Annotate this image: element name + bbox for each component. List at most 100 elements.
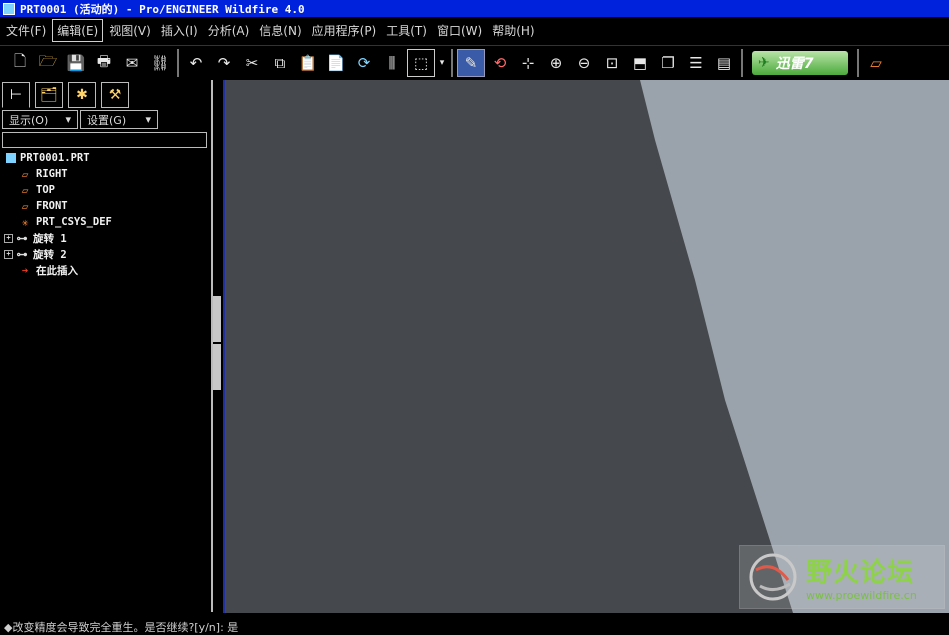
tree-item-label: RIGHT — [36, 168, 68, 180]
tree-search-field[interactable] — [2, 132, 207, 148]
navigator-panel: ⊢ 🗂 ✱ ⚒ 显示(O) ▾ 设置(G) ▾ PRT0001.PRT ▱ RI… — [0, 80, 211, 612]
status-message: ◆改变精度会导致完全重生。是否继续?[y/n]: 是 — [4, 621, 239, 634]
expand-icon[interactable]: + — [4, 249, 13, 259]
selection-box-icon[interactable]: ⬚ — [407, 49, 435, 77]
graphics-viewport[interactable]: 野火论坛 www.proewildfire.cn — [223, 80, 949, 613]
undo-icon[interactable]: ↶ — [183, 50, 209, 76]
new-file-icon[interactable]: 🗋 — [7, 50, 33, 76]
revolve-feature-icon: ⊶ — [16, 231, 28, 245]
paste-special-icon[interactable]: 📄 — [323, 50, 349, 76]
model-view-svg — [225, 80, 949, 613]
toolbar-separator — [741, 49, 743, 77]
refit-icon[interactable]: ⊡ — [599, 50, 625, 76]
xunlei-label: 迅雷7 — [775, 56, 814, 72]
regen-manager-icon[interactable]: ⫼ — [379, 50, 405, 76]
tree-options: 显示(O) ▾ 设置(G) ▾ — [2, 110, 160, 129]
menu-view[interactable]: 视图(V) — [105, 20, 155, 41]
menu-analysis[interactable]: 分析(A) — [204, 20, 254, 41]
tree-item-insert-here[interactable]: ➔ 在此插入 — [4, 262, 204, 278]
coordinate-system-icon: ✳ — [21, 215, 29, 229]
tree-item-top[interactable]: ▱ TOP — [4, 182, 204, 198]
menu-window[interactable]: 窗口(W) — [433, 20, 486, 41]
toolbar-separator — [857, 49, 859, 77]
orient-mode-icon[interactable]: ⟲ — [487, 50, 513, 76]
forum-name: 野火论坛 — [806, 558, 915, 588]
toolbar-separator — [177, 49, 179, 77]
menu-help[interactable]: 帮助(H) — [488, 20, 538, 41]
tree-item-label: 在此插入 — [36, 264, 78, 277]
menu-tools[interactable]: 工具(T) — [382, 20, 431, 41]
tree-item-revolve-1[interactable]: + ⊶ 旋转 1 — [4, 230, 204, 246]
tree-item-csys[interactable]: ✳ PRT_CSYS_DEF — [4, 214, 204, 230]
layers-icon[interactable]: ☰ — [683, 50, 709, 76]
menu-file[interactable]: 文件(F) — [2, 20, 50, 41]
send-mail-icon[interactable]: ✉ — [119, 50, 145, 76]
xunlei-button[interactable]: ✈ 迅雷7 — [752, 51, 848, 75]
model-tree: PRT0001.PRT ▱ RIGHT ▱ TOP ▱ FRONT ✳ PRT_… — [4, 150, 204, 278]
chevron-down-icon: ▾ — [145, 113, 151, 126]
datum-plane-tool-icon[interactable]: ▱ — [863, 50, 889, 76]
expand-icon[interactable]: + — [4, 233, 13, 243]
menu-applications[interactable]: 应用程序(P) — [308, 20, 381, 41]
app-icon — [3, 2, 15, 15]
menu-info[interactable]: 信息(N) — [255, 20, 305, 41]
forum-url: www.proewildfire.cn — [806, 589, 917, 602]
tree-root[interactable]: PRT0001.PRT — [4, 150, 204, 166]
saved-views-icon[interactable]: ❐ — [655, 50, 681, 76]
print-icon[interactable]: 🖶 — [91, 50, 117, 76]
toolbar-separator — [451, 49, 453, 77]
paste-icon[interactable]: 📋 — [295, 50, 321, 76]
zoom-out-icon[interactable]: ⊖ — [571, 50, 597, 76]
tree-root-label: PRT0001.PRT — [20, 152, 90, 164]
tree-item-revolve-2[interactable]: + ⊶ 旋转 2 — [4, 246, 204, 262]
model-tree-tab[interactable]: ⊢ — [2, 82, 30, 108]
tree-item-right[interactable]: ▱ RIGHT — [4, 166, 204, 182]
redo-icon[interactable]: ↷ — [211, 50, 237, 76]
tree-item-label: PRT_CSYS_DEF — [36, 216, 112, 228]
revolve-feature-icon: ⊶ — [16, 247, 28, 261]
datum-plane-icon: ▱ — [21, 183, 29, 197]
save-icon[interactable]: 💾 — [63, 50, 89, 76]
datum-plane-icon: ▱ — [21, 199, 29, 213]
repaint-icon[interactable]: ✎ — [457, 49, 485, 77]
main-toolbar: 🗋 🗁 💾 🖶 ✉ ⛓ ↶ ↷ ✂ ⧉ 📋 📄 ⟳ ⫼ ⬚ ▾ ✎ ⟲ ⊹ ⊕ … — [0, 45, 949, 81]
menu-bar: 文件(F) 编辑(E) 视图(V) 插入(I) 分析(A) 信息(N) 应用程序… — [0, 17, 949, 44]
cut-icon[interactable]: ✂ — [239, 50, 265, 76]
tree-item-label: TOP — [36, 184, 55, 196]
menu-insert[interactable]: 插入(I) — [157, 20, 202, 41]
tree-item-label: FRONT — [36, 200, 68, 212]
tree-item-front[interactable]: ▱ FRONT — [4, 198, 204, 214]
settings-dropdown[interactable]: 设置(G) ▾ — [80, 110, 158, 129]
show-dropdown[interactable]: 显示(O) ▾ — [2, 110, 78, 129]
chevron-down-icon: ▾ — [65, 113, 71, 126]
zoom-in-icon[interactable]: ⊕ — [543, 50, 569, 76]
navigator-tabs: ⊢ 🗂 ✱ ⚒ — [2, 82, 134, 108]
collapse-left-handle[interactable] — [213, 296, 221, 342]
settings-dropdown-label: 设置(G) — [87, 113, 127, 127]
folder-browser-tab[interactable]: 🗂 — [35, 82, 63, 108]
show-dropdown-label: 显示(O) — [9, 113, 49, 127]
forum-watermark: 野火论坛 www.proewildfire.cn — [739, 545, 945, 609]
tree-item-label: 旋转 2 — [33, 248, 67, 261]
favorites-tab[interactable]: ✱ — [68, 82, 96, 108]
tree-item-label: 旋转 1 — [33, 232, 67, 245]
window-title: PRT0001 (活动的) - Pro/ENGINEER Wildfire 4.… — [20, 2, 305, 16]
title-bar: PRT0001 (活动的) - Pro/ENGINEER Wildfire 4.… — [0, 0, 949, 17]
spin-center-icon[interactable]: ⊹ — [515, 50, 541, 76]
send-link-icon[interactable]: ⛓ — [147, 50, 173, 76]
message-area: ◆改变精度会导致完全重生。是否继续?[y/n]: 是 — [0, 613, 949, 635]
connections-tab[interactable]: ⚒ — [101, 82, 129, 108]
selection-filter-arrow-icon[interactable]: ▾ — [437, 50, 447, 76]
menu-edit[interactable]: 编辑(E) — [52, 19, 104, 42]
reorient-icon[interactable]: ⬒ — [627, 50, 653, 76]
datum-plane-icon: ▱ — [21, 167, 29, 181]
expand-right-handle[interactable] — [213, 344, 221, 390]
xunlei-bird-icon: ✈ — [758, 55, 770, 71]
open-folder-icon[interactable]: 🗁 — [35, 50, 61, 76]
regenerate-icon[interactable]: ⟳ — [351, 50, 377, 76]
insert-here-arrow-icon: ➔ — [21, 263, 29, 277]
copy-icon[interactable]: ⧉ — [267, 50, 293, 76]
forum-logo-icon — [749, 553, 797, 601]
part-icon — [6, 153, 16, 163]
view-manager-icon[interactable]: ▤ — [711, 50, 737, 76]
